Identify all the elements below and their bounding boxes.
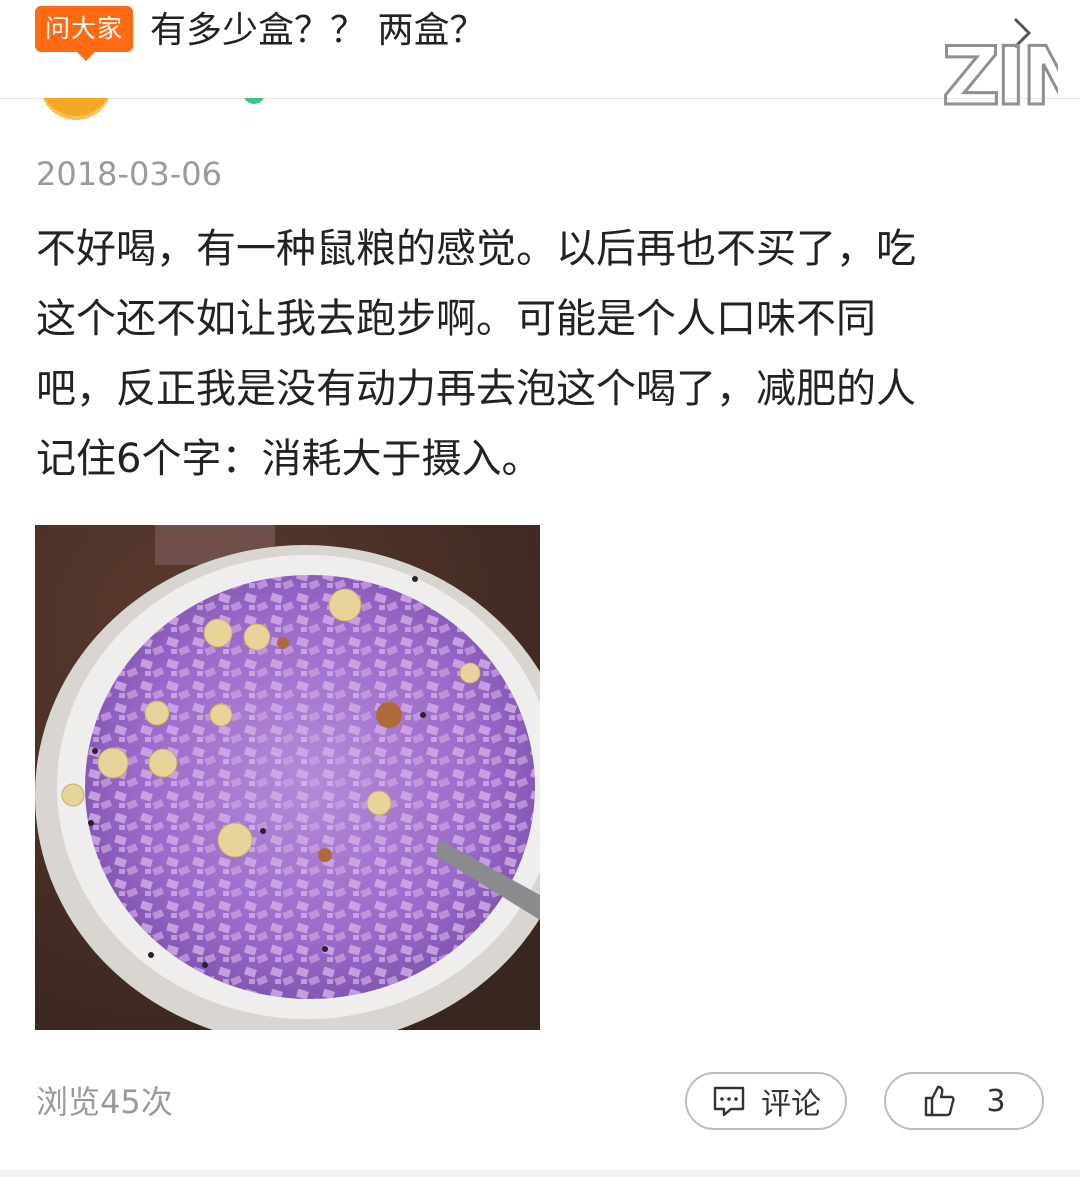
thumbs-up-icon (925, 1085, 956, 1117)
like-count: 3 (986, 1083, 1006, 1119)
post-date: 2018-03-06 (36, 155, 222, 193)
comment-button[interactable]: 评论 (685, 1072, 847, 1130)
svg-text:ZIN: ZIN (942, 30, 1058, 114)
ask-everyone-badge[interactable]: 问大家 (35, 6, 133, 61)
zin-logo-watermark: ZIN (941, 29, 1059, 115)
comment-label: 评论 (761, 1087, 821, 1122)
review-photo[interactable] (35, 525, 540, 1030)
review-line: 不好喝，有一种鼠粮的感觉。以后再也不买了，吃 (36, 226, 916, 272)
porridge-bowl-image (35, 525, 540, 1030)
review-text: 不好喝，有一种鼠粮的感觉。以后再也不买了，吃 这个还不如让我去跑步啊。可能是个人… (36, 214, 1036, 494)
question-title[interactable]: 有多少盒？？ 两盒？ (150, 8, 485, 54)
review-line: 吧，反正我是没有动力再去泡这个喝了，减肥的人 (36, 366, 916, 412)
avatar[interactable] (40, 98, 112, 120)
view-count: 浏览45次 (36, 1083, 173, 1121)
like-button[interactable]: 3 (884, 1072, 1044, 1130)
review-line: 这个还不如让我去跑步啊。可能是个人口味不同 (36, 296, 876, 342)
status-dot (243, 98, 265, 104)
comment-icon (713, 1086, 745, 1117)
top-bar: 问大家 有多少盒？？ 两盒？ (0, 0, 1080, 99)
divider (0, 1170, 1080, 1177)
review-line: 记住6个字：消耗大于摄入。 (36, 436, 542, 482)
